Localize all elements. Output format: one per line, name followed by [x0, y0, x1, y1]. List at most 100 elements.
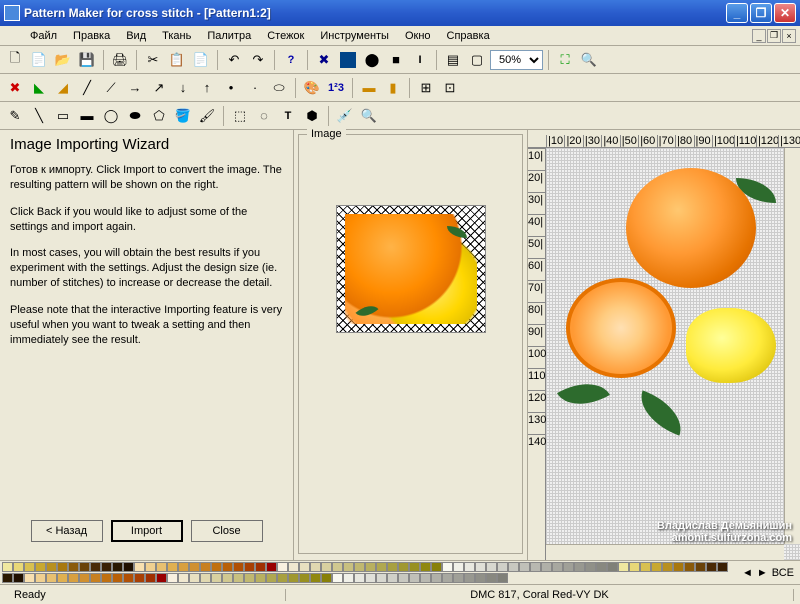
palette-swatch[interactable]	[431, 562, 442, 572]
palette-swatch[interactable]	[46, 562, 57, 572]
save-button[interactable]: 💾	[76, 49, 98, 71]
palette-swatch[interactable]	[266, 573, 277, 583]
menu-file[interactable]: Файл	[22, 28, 65, 44]
palette-swatch[interactable]	[530, 562, 541, 572]
pencil-icon[interactable]: ✎	[4, 105, 26, 127]
mdi-restore[interactable]: ❐	[767, 29, 781, 43]
select-icon[interactable]: ⬚	[229, 105, 251, 127]
palette-swatch[interactable]	[35, 562, 46, 572]
close-wizard-button[interactable]: Close	[191, 520, 263, 542]
palette-swatch[interactable]	[68, 562, 79, 572]
palette-swatch[interactable]	[101, 562, 112, 572]
palette-swatch[interactable]	[662, 562, 673, 572]
symbol-circle-icon[interactable]: ⬤	[361, 49, 383, 71]
eyedropper-icon[interactable]: 💉	[334, 105, 356, 127]
palette-swatch[interactable]	[508, 562, 519, 572]
rect-icon[interactable]: ▭	[52, 105, 74, 127]
palette-swatch[interactable]	[2, 562, 13, 572]
palette-swatch[interactable]	[321, 573, 332, 583]
color-blue-icon[interactable]	[340, 52, 356, 68]
text-icon[interactable]: T	[277, 105, 299, 127]
palette-swatch[interactable]	[68, 573, 79, 583]
palette-swatch[interactable]	[310, 562, 321, 572]
palette-swatch[interactable]	[574, 562, 585, 572]
palette-swatch[interactable]	[200, 562, 211, 572]
colors-icon[interactable]: 🎨	[301, 77, 323, 99]
new-button[interactable]: 🗋	[4, 49, 26, 71]
palette-swatch[interactable]	[310, 573, 321, 583]
palette-swatch[interactable]	[486, 562, 497, 572]
fill-icon[interactable]: 🪣	[172, 105, 194, 127]
palette-swatch[interactable]	[464, 562, 475, 572]
palette-swatch[interactable]	[46, 573, 57, 583]
mdi-minimize[interactable]: _	[752, 29, 766, 43]
polygon-icon[interactable]: ⬠	[148, 105, 170, 127]
palette-swatch[interactable]	[288, 573, 299, 583]
palette-swatch[interactable]	[13, 573, 24, 583]
quarter-stitch-icon[interactable]: ◢	[52, 77, 74, 99]
palette-swatch[interactable]	[57, 562, 68, 572]
arrow-right-icon[interactable]: →	[124, 77, 146, 99]
pattern-canvas[interactable]	[546, 148, 800, 560]
palette-swatch[interactable]	[233, 573, 244, 583]
palette-swatch[interactable]	[167, 573, 178, 583]
palette-swatch[interactable]	[156, 573, 167, 583]
paste-button[interactable]: 📄	[190, 49, 212, 71]
palette-swatch[interactable]	[475, 573, 486, 583]
palette-swatch[interactable]	[13, 562, 24, 572]
palette-swatch[interactable]	[112, 562, 123, 572]
palette-swatch[interactable]	[277, 562, 288, 572]
minimize-button[interactable]: _	[726, 3, 748, 23]
palette-swatch[interactable]	[420, 562, 431, 572]
palette-swatch[interactable]	[673, 562, 684, 572]
palette-swatch[interactable]	[354, 562, 365, 572]
palette-swatch[interactable]	[266, 562, 277, 572]
palette-swatch[interactable]	[343, 573, 354, 583]
palette-scroll-left[interactable]: ◄	[742, 567, 753, 579]
undo-button[interactable]: ↶	[223, 49, 245, 71]
palette-swatch[interactable]	[233, 562, 244, 572]
palette-swatch[interactable]	[200, 573, 211, 583]
palette-scroll-right[interactable]: ►	[757, 567, 768, 579]
palette-swatch[interactable]	[640, 562, 651, 572]
open-button[interactable]: 📂	[52, 49, 74, 71]
palette-swatch[interactable]	[90, 562, 101, 572]
palette-swatch[interactable]	[167, 562, 178, 572]
zoom-region-icon[interactable]: 🔍	[578, 49, 600, 71]
palette-swatch[interactable]	[618, 562, 629, 572]
palette-swatch[interactable]	[255, 573, 266, 583]
zoom-combo[interactable]: 50%	[490, 50, 543, 70]
page-icon[interactable]: ▢	[466, 49, 488, 71]
palette-swatch[interactable]	[442, 573, 453, 583]
palette-swatch[interactable]	[79, 562, 90, 572]
palette-swatch[interactable]	[211, 562, 222, 572]
palette-swatch[interactable]	[695, 562, 706, 572]
arrow-up-icon[interactable]: ↑	[196, 77, 218, 99]
palette-swatch[interactable]	[651, 562, 662, 572]
copy-button[interactable]: 📋	[166, 49, 188, 71]
dot-stitch-icon[interactable]: •	[220, 77, 242, 99]
arrow-down-icon[interactable]: ↓	[172, 77, 194, 99]
import-button[interactable]: Import	[111, 520, 183, 542]
palette-swatch[interactable]	[684, 562, 695, 572]
small-dot-icon[interactable]: ·	[244, 77, 266, 99]
close-button[interactable]: ✕	[774, 3, 796, 23]
palette-swatch[interactable]	[211, 573, 222, 583]
palette-swatch[interactable]	[365, 562, 376, 572]
menu-fabric[interactable]: Ткань	[154, 28, 199, 44]
palette-swatch[interactable]	[398, 573, 409, 583]
palette-swatch[interactable]	[387, 573, 398, 583]
layers-icon[interactable]: ▤	[442, 49, 464, 71]
palette-swatch[interactable]	[607, 562, 618, 572]
scrollbar-vertical[interactable]	[784, 148, 800, 544]
palette-swatch[interactable]	[497, 573, 508, 583]
palette-swatch[interactable]	[79, 573, 90, 583]
maximize-button[interactable]: ❐	[750, 3, 772, 23]
menu-edit[interactable]: Правка	[65, 28, 118, 44]
lasso-icon[interactable]: ◌	[253, 105, 275, 127]
palette-swatch[interactable]	[57, 573, 68, 583]
center-icon[interactable]: ⊡	[439, 77, 461, 99]
arrow-diag-icon[interactable]: ↗	[148, 77, 170, 99]
new-page-button[interactable]: 📄	[28, 49, 50, 71]
fill-rect-icon[interactable]: ▬	[76, 105, 98, 127]
